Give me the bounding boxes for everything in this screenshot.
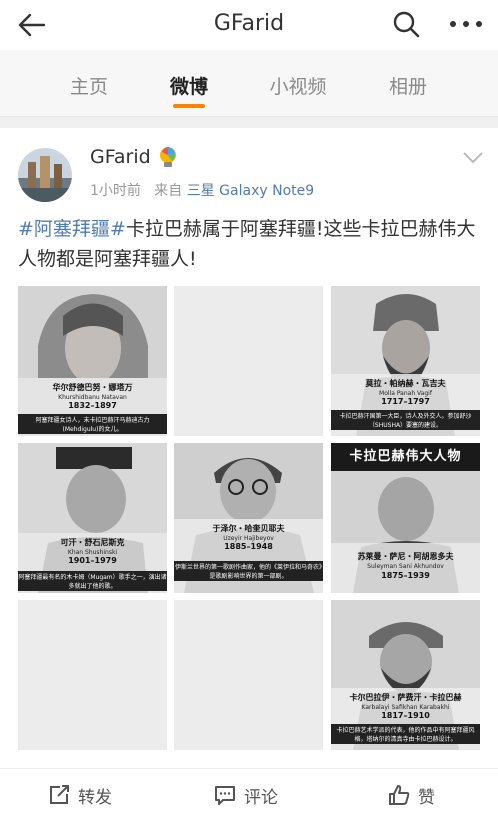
like-button[interactable]: 赞 — [388, 783, 458, 808]
grid-image-placeholder[interactable] — [174, 286, 323, 436]
tab-album[interactable]: 相册 — [368, 72, 448, 99]
search-icon[interactable] — [392, 10, 420, 38]
image-caption-name: 卡尔巴拉伊・萨费汗・卡拉巴赫 — [349, 693, 462, 702]
active-tab-indicator — [173, 104, 205, 108]
poster-heading: 卡拉巴赫伟大人物 — [331, 443, 480, 471]
verified-bulb-icon — [160, 147, 176, 167]
page-title: GFarid — [213, 11, 285, 36]
repost-icon — [50, 785, 69, 804]
image-caption-en: Suleyman Sani Akhundov — [367, 563, 444, 570]
image-caption-desc: 阿塞拜疆最有名的木卡姆（Mugam）歌手之一，演出诸多就出了他的歌。 — [18, 571, 167, 591]
post-username[interactable]: GFarid — [90, 146, 151, 168]
grid-image-placeholder[interactable] — [18, 600, 167, 750]
grid-image-hajibeyov[interactable]: 于泽尔・哈奎贝耶夫 Uzeyir Hajibeyov 1885–1948 伊斯兰… — [174, 443, 323, 593]
image-caption-name: 苏莱曼・萨尼・阿胡恩多夫 — [357, 552, 454, 561]
image-caption-years: 1875–1939 — [381, 571, 430, 580]
more-horizontal-icon[interactable] — [448, 14, 484, 34]
repost-button[interactable]: 转发 — [48, 783, 138, 808]
avatar[interactable] — [18, 148, 72, 202]
image-caption-name: 华尔舒德巴努・娜塔万 — [52, 383, 133, 392]
profile-tabs: 主页 微博 小视频 相册 — [0, 50, 498, 117]
image-caption-years: 1901–1979 — [68, 556, 117, 565]
image-caption-en: Karbalayi Safikhan Karabakhi — [361, 704, 450, 711]
tab-weibo[interactable]: 微博 — [149, 72, 229, 99]
tab-home[interactable]: 主页 — [49, 72, 129, 99]
image-caption-en: Molla Panah Vagif — [379, 390, 432, 397]
image-caption-desc: 卡拉巴赫汗国第一大臣，诗人及外交人。参加舒沙（SHUSHA）要塞的建设。 — [331, 410, 480, 430]
image-caption-name: 于泽尔・哈奎贝耶夫 — [212, 524, 285, 533]
image-caption-en: Khan Shushinski — [67, 549, 118, 556]
grid-image-shushinski[interactable]: 可汗・舒石尼斯克 Khan Shushinski 1901–1979 阿塞拜疆最… — [18, 443, 167, 593]
tab-short-video[interactable]: 小视频 — [258, 72, 338, 99]
image-caption-en: Uzeyir Hajibeyov — [223, 535, 274, 542]
image-caption-years: 1832–1897 — [68, 401, 117, 410]
grid-image-natavan[interactable]: 华尔舒德巴努・娜塔万 Khurshidbanu Natavan 1832–189… — [18, 286, 167, 436]
post-action-bar: 转发 评论 赞 — [0, 768, 498, 823]
image-caption-en: Khurshidbanu Natavan — [58, 394, 127, 401]
top-bar: GFarid — [0, 0, 498, 50]
image-caption-years: 1717–1797 — [381, 397, 430, 406]
image-caption-desc: 卡拉巴赫艺术学派的代表，他的作品中有阿塞拜疆风格，塔纳尔的清真寺由卡拉巴赫设计。 — [331, 724, 480, 744]
comment-icon — [215, 786, 235, 805]
thumbs-up-icon — [389, 785, 410, 805]
post-time: 1小时前 — [90, 183, 141, 199]
image-caption-desc: 阿塞拜疆女诗人，末卡拉巴赫汗马赫迪古力(Mehdigulu)的女儿。 — [18, 414, 167, 434]
post-from-label: 来自 — [154, 183, 183, 199]
comment-button[interactable]: 评论 — [214, 783, 304, 808]
grid-image-placeholder[interactable] — [174, 600, 323, 750]
image-caption-desc: 伊斯兰世界的第一歌剧作曲家，他的《莱伊拉和马奇农》是歌剧影响世界的第一部剧。 — [174, 561, 323, 581]
comment-label: 评论 — [244, 788, 278, 808]
grid-image-karabakhi[interactable]: 卡尔巴拉伊・萨费汗・卡拉巴赫 Karbalayi Safikhan Karaba… — [331, 600, 480, 750]
hashtag-link[interactable]: #阿塞拜疆# — [18, 218, 126, 240]
post-text: #阿塞拜疆#卡拉巴赫属于阿塞拜疆!这些卡拉巴赫伟大人物都是阿塞拜疆人! — [18, 214, 484, 274]
chevron-down-icon[interactable] — [462, 151, 484, 165]
grid-image-akhundov[interactable]: 卡拉巴赫伟大人物 苏莱曼・萨尼・阿胡恩多夫 Suleyman Sani Akhu… — [331, 443, 480, 593]
image-caption-years: 1817–1910 — [381, 711, 430, 720]
image-caption-name: 莫拉・帕纳赫・瓦吉夫 — [365, 379, 446, 388]
repost-label: 转发 — [78, 788, 112, 808]
grid-image-vagif[interactable]: 莫拉・帕纳赫・瓦吉夫 Molla Panah Vagif 1717–1797 卡… — [331, 286, 480, 436]
image-grid: 华尔舒德巴努・娜塔万 Khurshidbanu Natavan 1832–189… — [18, 286, 480, 752]
post-source[interactable]: 三星 Galaxy Note9 — [187, 183, 314, 199]
image-caption-name: 可汗・舒石尼斯克 — [60, 538, 125, 547]
like-label: 赞 — [418, 788, 435, 808]
image-caption-years: 1885–1948 — [224, 542, 273, 551]
post-meta: 1小时前 来自 三星 Galaxy Note9 — [90, 180, 314, 200]
